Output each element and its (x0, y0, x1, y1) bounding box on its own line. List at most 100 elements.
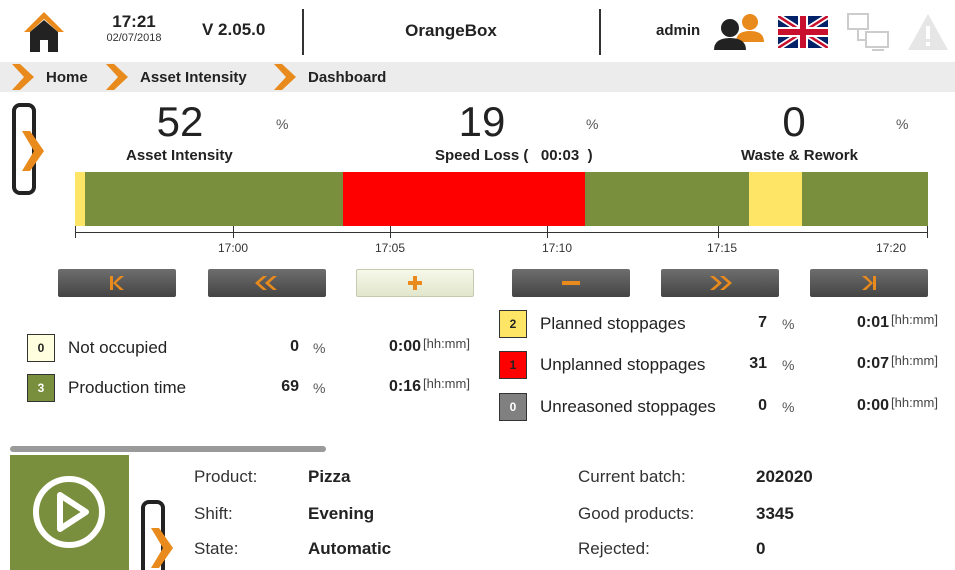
timeline-segment-production (585, 172, 749, 226)
zoom-out-button[interactable] (512, 269, 630, 297)
state-value: Automatic (308, 539, 392, 558)
chevron-right-icon (274, 64, 296, 90)
users-icon[interactable] (710, 12, 768, 52)
first-icon (110, 276, 124, 290)
home-icon[interactable] (22, 10, 66, 54)
axis-tick (547, 226, 548, 238)
stat-duration: 0:00 (388, 338, 421, 355)
product-value: Pizza (308, 467, 351, 486)
stat-duration: 0:16 (388, 378, 421, 395)
axis-tick-label: 17:05 (374, 241, 406, 255)
stat-duration: 0:01 (856, 314, 889, 331)
kpi-label: Asset Intensity (126, 147, 233, 164)
axis-tick-label: 17:20 (875, 241, 907, 255)
double-chevron-right-icon (710, 276, 732, 290)
axis-tick (75, 226, 76, 238)
axis-tick (233, 226, 234, 238)
stat-count-badge: 1 (499, 351, 527, 379)
stat-percent: 7 (758, 314, 767, 331)
breadcrumb-home[interactable]: Home (12, 62, 88, 92)
network-icon[interactable] (844, 12, 892, 54)
stat-unplanned-stoppages: 1 Unplanned stoppages 31 % 0:07 [hh:mm] (499, 347, 955, 379)
kpi-unit: % (586, 116, 599, 132)
kpi-value: 52 (156, 98, 204, 145)
clock-date: 02/07/2018 (106, 32, 162, 44)
stat-duration-unit: [hh:mm] (891, 395, 938, 410)
uk-flag-icon[interactable] (776, 13, 830, 51)
zoom-in-button[interactable] (356, 269, 474, 297)
stat-percent-unit: % (782, 316, 795, 332)
step-back-button[interactable] (208, 269, 326, 297)
clock: 17:21 02/07/2018 (94, 13, 174, 45)
breadcrumb-label: Asset Intensity (140, 68, 247, 86)
user-name[interactable]: admin (656, 22, 700, 39)
kpi-unit: % (896, 116, 909, 132)
product-label: Product: (194, 467, 258, 486)
kpi-label: Waste & Rework (741, 147, 858, 164)
rejected-value: 0 (756, 539, 766, 558)
stat-duration-unit: [hh:mm] (891, 312, 938, 327)
axis-tick (718, 226, 719, 238)
axis-tick (390, 226, 391, 238)
chevron-right-icon (12, 64, 34, 90)
breadcrumb-label: Dashboard (308, 68, 387, 86)
stat-count-badge: 0 (499, 393, 527, 421)
horizontal-scrollbar[interactable] (10, 446, 326, 452)
kpi-speed-loss: 19 % Speed Loss ( 00:03 ) (430, 100, 630, 165)
version-label: V 2.05.0 (202, 20, 266, 39)
double-chevron-left-icon (255, 276, 277, 290)
bottom-panel-toggle[interactable] (141, 500, 173, 570)
chevron-right-icon (22, 131, 44, 171)
kpi-label-close: ) (587, 147, 593, 164)
state-timeline[interactable] (75, 172, 928, 226)
stat-count-badge: 0 (27, 334, 55, 362)
go-to-end-button[interactable] (810, 269, 928, 297)
stat-label: Production time (68, 378, 187, 397)
breadcrumb-asset-intensity[interactable]: Asset Intensity (106, 62, 247, 92)
warning-icon[interactable] (906, 12, 950, 52)
step-forward-button[interactable] (661, 269, 779, 297)
time-axis (75, 232, 928, 233)
play-button[interactable] (10, 455, 129, 570)
stat-duration-unit: [hh:mm] (423, 376, 470, 391)
breadcrumb-dashboard[interactable]: Dashboard (274, 62, 386, 92)
last-icon (862, 276, 876, 290)
timeline-segment-production (802, 172, 928, 226)
axis-tick-label: 17:00 (217, 241, 249, 255)
stat-percent: 0 (290, 338, 299, 355)
stat-not-occupied: 0 Not occupied 0 % 0:00 [hh:mm] (27, 330, 497, 362)
stat-duration: 0:07 (856, 355, 889, 372)
stat-duration: 0:00 (856, 397, 889, 414)
stat-label: Planned stoppages (540, 314, 686, 333)
timeline-segment-planned (75, 172, 85, 226)
axis-tick-label: 17:10 (541, 241, 573, 255)
shift-value: Evening (308, 504, 375, 523)
chevron-right-icon (106, 64, 128, 90)
kpi-value: 0 (782, 98, 806, 145)
axis-tick-label: 17:15 (706, 241, 738, 255)
timeline-segment-unplanned (343, 172, 585, 226)
stat-count-badge: 3 (27, 374, 55, 402)
stat-production-time: 3 Production time 69 % 0:16 [hh:mm] (27, 370, 497, 402)
header-divider (599, 9, 601, 55)
rejected-label: Rejected: (578, 539, 650, 558)
kpi-label-text: Speed Loss ( (435, 147, 529, 164)
timeline-segment-planned (749, 172, 802, 226)
play-icon (33, 476, 105, 548)
stat-duration-unit: [hh:mm] (423, 336, 470, 351)
clock-time: 17:21 (112, 12, 156, 31)
minus-icon (562, 281, 580, 285)
side-panel-toggle[interactable] (12, 103, 44, 195)
stat-percent-unit: % (782, 357, 795, 373)
stat-percent: 31 (749, 355, 767, 372)
plus-icon (408, 276, 422, 290)
stat-percent: 0 (758, 397, 767, 414)
go-to-start-button[interactable] (58, 269, 176, 297)
app-title: OrangeBox (405, 21, 497, 40)
axis-tick (927, 226, 928, 238)
stat-count-badge: 2 (499, 310, 527, 338)
good-products-label: Good products: (578, 504, 695, 523)
breadcrumb-label: Home (46, 68, 88, 86)
current-batch-label: Current batch: (578, 467, 686, 486)
stat-percent-unit: % (313, 340, 326, 356)
